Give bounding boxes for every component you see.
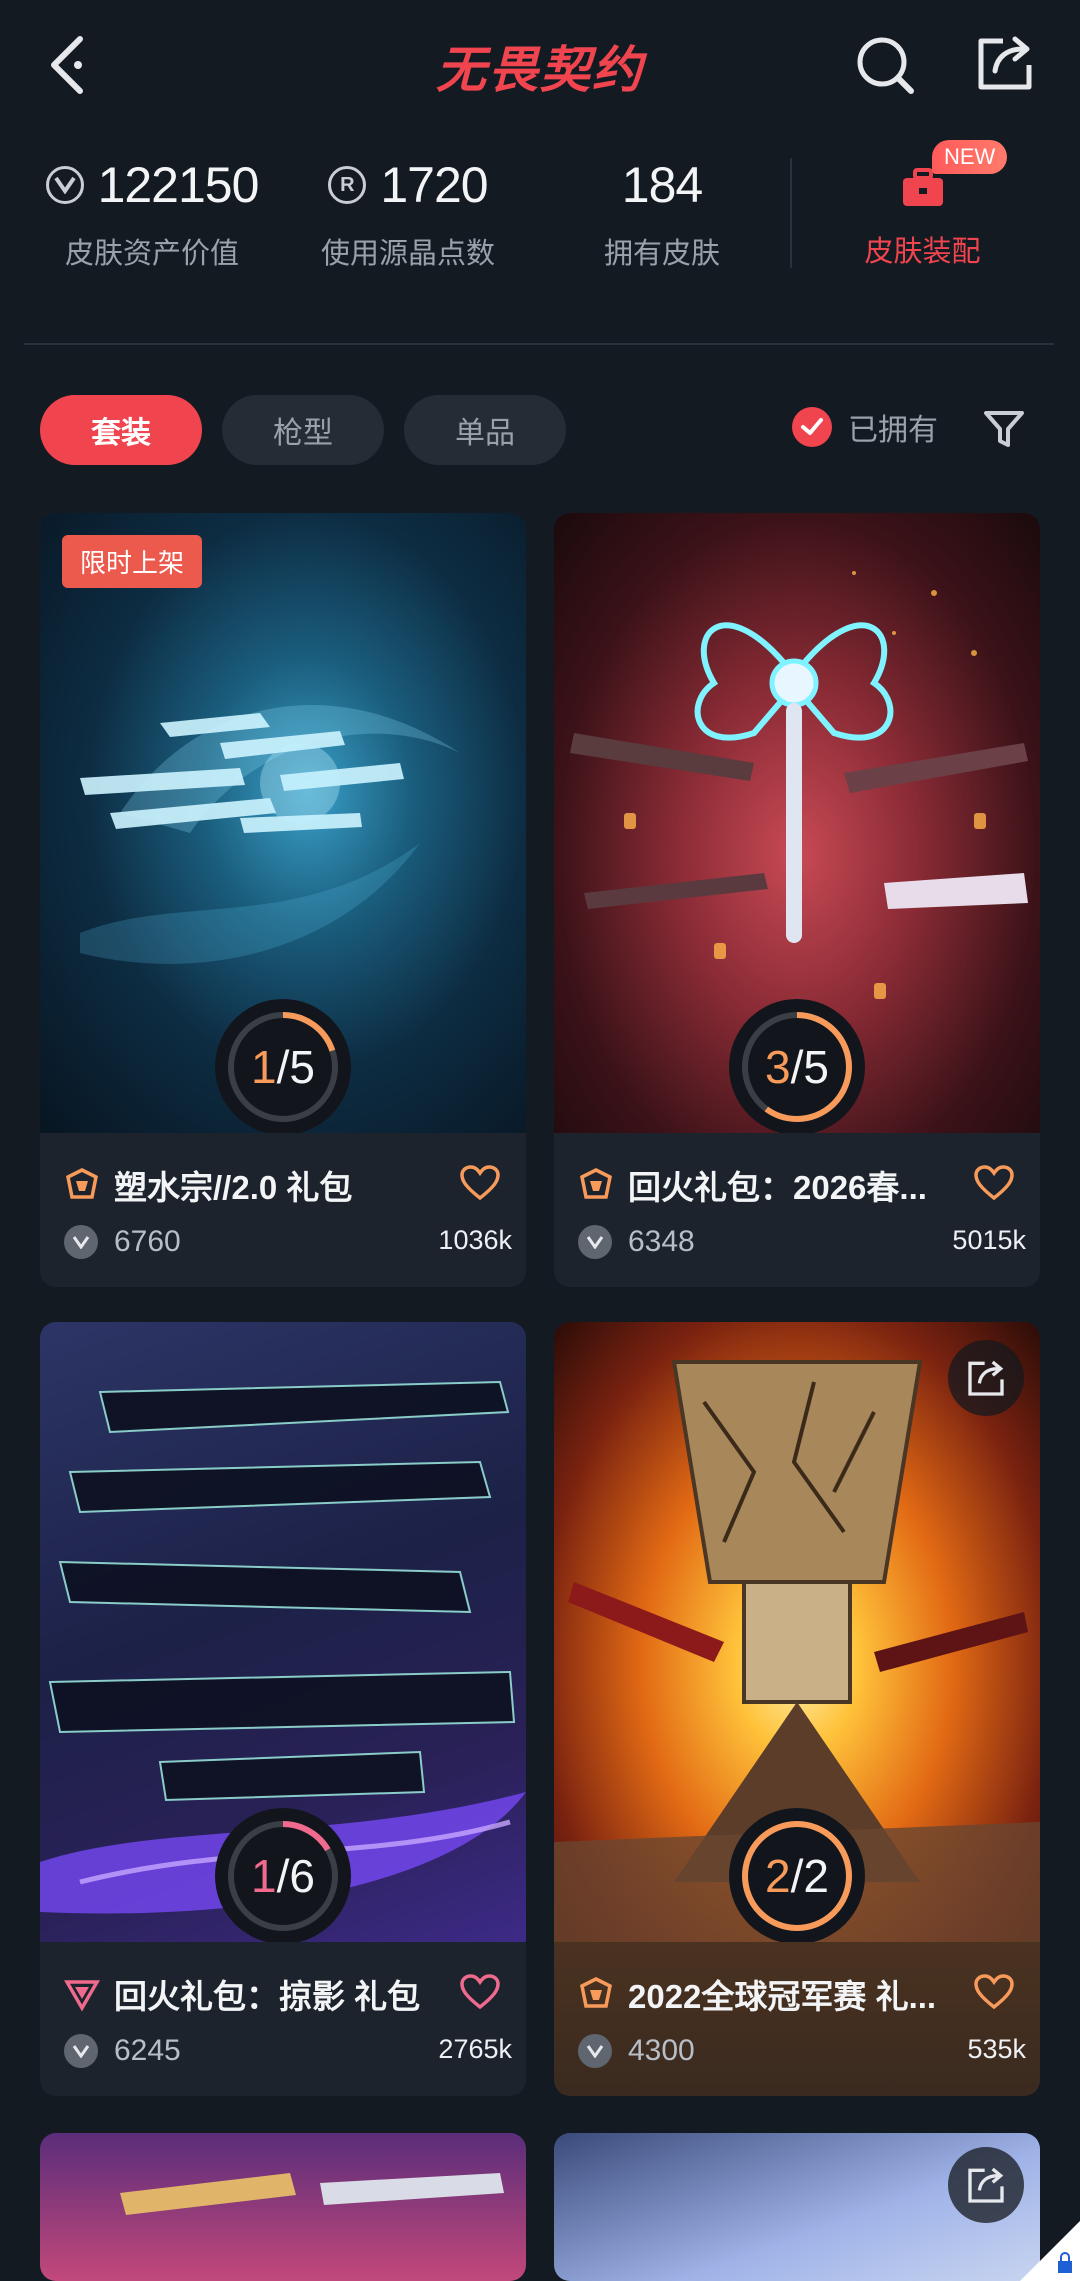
ownership-progress: 2/2 xyxy=(729,1808,865,1942)
owned-count: 1 xyxy=(251,1041,277,1093)
bundle-name: 回火礼包：2026春... xyxy=(628,1169,927,1206)
like-count: 5015k xyxy=(952,1225,1026,1255)
share-button[interactable] xyxy=(970,28,1040,98)
ownership-progress: 3/5 xyxy=(729,999,865,1133)
bundle-price: 6348 xyxy=(628,1225,695,1258)
bundle-artwork: 限时上架 1/5 xyxy=(40,513,526,1133)
stat-value: 1720 xyxy=(380,157,488,213)
divider xyxy=(24,343,1054,345)
vp-currency-icon xyxy=(45,166,84,204)
divider xyxy=(790,158,792,268)
card-info: 塑水宗//2.0 礼包 6760 1036k xyxy=(40,1133,526,1287)
stat-label: 拥有皮肤 xyxy=(603,238,720,270)
radianite-currency-icon: R xyxy=(328,166,367,204)
tab-bundle[interactable]: 套装 xyxy=(40,395,202,465)
search-button[interactable] xyxy=(850,30,920,100)
bundle-price: 4300 xyxy=(628,2034,695,2067)
new-badge: NEW xyxy=(932,140,1008,174)
card-info: 2022全球冠军赛 礼... 4300 535k xyxy=(554,1942,1040,2096)
like-count: 2765k xyxy=(438,2034,512,2064)
vp-currency-icon xyxy=(578,2034,612,2068)
skin-collection-page: 无畏契约 122150 皮肤资产价值 R 1720 使用源晶点数 184 拥有皮… xyxy=(0,0,1080,2281)
tier-badge-icon xyxy=(580,1977,612,2008)
bundle-card[interactable]: 1/6 回火礼包：掠影 礼包 6245 2765k xyxy=(40,1322,526,2096)
stat-value: 184 xyxy=(621,157,703,213)
share-icon xyxy=(978,36,1032,90)
category-tabs: 套装 枪型 单品 xyxy=(40,395,566,465)
bundle-card[interactable]: 2/2 2022全球冠军赛 礼... 4300 535k xyxy=(554,1322,1040,2096)
search-icon xyxy=(857,37,914,94)
bundle-card[interactable] xyxy=(554,2133,1040,2281)
tier-badge-icon xyxy=(66,1168,98,1199)
owned-toggle[interactable]: 已拥有 xyxy=(792,405,938,449)
bundle-artwork xyxy=(40,2133,526,2281)
ownership-progress: 1/6 xyxy=(215,1808,351,1942)
bundle-card[interactable] xyxy=(40,2133,526,2281)
heart-icon[interactable] xyxy=(974,1974,1014,2010)
owned-count: 3 xyxy=(765,1041,791,1093)
owned-count: 1 xyxy=(251,1850,277,1902)
like-count: 1036k xyxy=(438,1225,512,1255)
total-count: 2 xyxy=(803,1850,829,1902)
tier-badge-icon xyxy=(580,1168,612,1199)
like-count: 535k xyxy=(967,2034,1026,2064)
card-info: 回火礼包：掠影 礼包 6245 2765k xyxy=(40,1942,526,2096)
bundle-artwork: 3/5 xyxy=(554,513,1040,1133)
corner-lock-icon xyxy=(1020,2221,1080,2281)
share-button[interactable] xyxy=(948,2147,1024,2223)
bundle-name: 回火礼包：掠影 礼包 xyxy=(114,1978,421,2015)
stat-value: 122150 xyxy=(97,157,260,213)
vp-currency-icon xyxy=(64,1225,98,1259)
tier-badge-icon xyxy=(64,1980,100,2012)
stats-bar: 122150 皮肤资产价值 R 1720 使用源晶点数 184 拥有皮肤 皮肤装… xyxy=(0,140,1080,290)
tab-single-item[interactable]: 单品 xyxy=(404,395,566,465)
card-info: 回火礼包：2026春... 6348 5015k xyxy=(554,1133,1040,1287)
top-bar: 无畏契约 xyxy=(0,0,1080,130)
checkmark-icon xyxy=(792,407,832,447)
skin-equip-label: 皮肤装配 xyxy=(864,236,981,268)
bundle-price: 6760 xyxy=(114,1225,181,1258)
briefcase-icon xyxy=(901,168,945,208)
bundle-card[interactable]: 3/5 回火礼包：2026春... 6348 5015k xyxy=(554,513,1040,1287)
bundle-price: 6245 xyxy=(114,2034,181,2067)
total-count: 5 xyxy=(803,1041,829,1093)
owned-label: 已拥有 xyxy=(848,414,938,447)
total-count: 5 xyxy=(289,1041,315,1093)
limited-time-tag: 限时上架 xyxy=(62,535,203,588)
share-button[interactable] xyxy=(948,1340,1024,1416)
bundle-name: 塑水宗//2.0 礼包 xyxy=(114,1169,353,1206)
bundle-card[interactable]: 限时上架 1/5 塑水宗//2.0 礼包 6760 1036k xyxy=(40,513,526,1287)
bundle-name: 2022全球冠军赛 礼... xyxy=(628,1978,937,2015)
share-icon xyxy=(968,2167,1004,2203)
stat-skin-value: 122150 皮肤资产价值 xyxy=(22,140,282,272)
vp-currency-icon xyxy=(578,1225,612,1259)
bundle-artwork: 1/6 xyxy=(40,1322,526,1942)
stat-radianite: R 1720 使用源晶点数 xyxy=(278,140,538,272)
stat-label: 皮肤资产价值 xyxy=(64,238,239,270)
filter-button[interactable] xyxy=(980,405,1028,453)
stat-owned-skins: 184 拥有皮肤 xyxy=(532,140,792,272)
bundle-artwork: 2/2 xyxy=(554,1322,1040,1942)
vp-currency-icon xyxy=(64,2034,98,2068)
heart-icon[interactable] xyxy=(460,1974,500,2010)
owned-count: 2 xyxy=(765,1850,791,1902)
share-icon xyxy=(968,1360,1004,1396)
heart-icon[interactable] xyxy=(460,1165,500,1201)
ownership-progress: 1/5 xyxy=(215,999,351,1133)
stat-label: 使用源晶点数 xyxy=(320,238,495,270)
total-count: 6 xyxy=(289,1850,315,1902)
filter-icon xyxy=(984,411,1024,447)
tab-gun-type[interactable]: 枪型 xyxy=(222,395,384,465)
bundle-artwork xyxy=(554,2133,1040,2281)
heart-icon[interactable] xyxy=(974,1165,1014,1201)
